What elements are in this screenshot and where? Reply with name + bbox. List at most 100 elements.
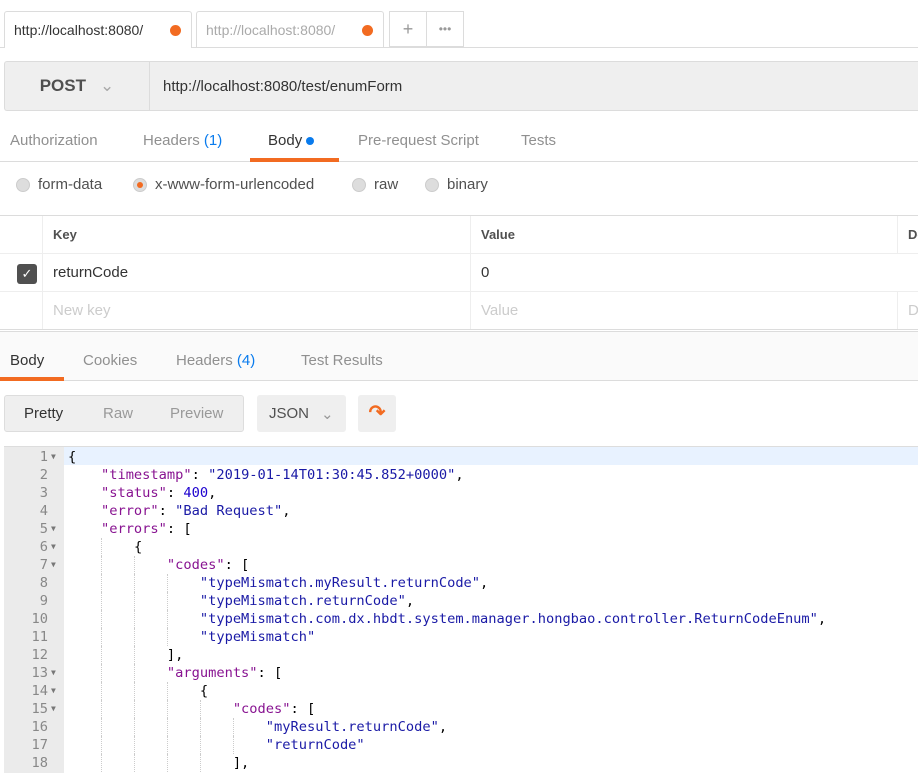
json-string: "returnCode" bbox=[265, 737, 365, 753]
url-input[interactable]: http://localhost:8080/test/enumForm bbox=[163, 62, 402, 110]
headers-count: (1) bbox=[203, 132, 223, 149]
radio-raw[interactable]: raw bbox=[352, 176, 398, 193]
response-tab-body[interactable]: Body bbox=[10, 352, 44, 369]
line-number: 17 bbox=[31, 737, 48, 753]
format-select[interactable]: JSON ⌄ bbox=[257, 395, 346, 432]
json-punctuation: ], bbox=[166, 647, 184, 663]
code-line: { bbox=[68, 448, 76, 466]
tab-label: Body bbox=[268, 132, 303, 149]
line-number: 7 bbox=[39, 557, 48, 573]
line-number: 5 bbox=[39, 521, 48, 537]
json-key: "timestamp" bbox=[100, 467, 192, 483]
json-string: "myResult.returnCode" bbox=[265, 719, 439, 735]
request-tabs: Authorization Headers (1) Body Pre-reque… bbox=[0, 122, 918, 162]
json-string: "2019-01-14T01:30:45.852+0000" bbox=[208, 467, 456, 483]
request-tab-2[interactable]: http://localhost:8080/ bbox=[196, 11, 384, 47]
line-number: 18 bbox=[31, 755, 48, 771]
radio-form-data[interactable]: form-data bbox=[16, 176, 102, 193]
response-tab-test-results[interactable]: Test Results bbox=[301, 352, 383, 369]
method-label: POST bbox=[39, 76, 87, 95]
line-number: 11 bbox=[31, 629, 48, 645]
fold-arrow-icon[interactable]: ▼ bbox=[51, 556, 56, 574]
line-number: 14 bbox=[31, 683, 48, 699]
json-punctuation: : [ bbox=[224, 557, 250, 573]
response-tab-cookies[interactable]: Cookies bbox=[83, 352, 137, 369]
code-line: "status": 400, bbox=[68, 484, 216, 502]
json-punctuation: : bbox=[166, 485, 184, 501]
new-row: New key Value D bbox=[0, 292, 918, 330]
fold-arrow-icon[interactable]: ▼ bbox=[51, 700, 56, 718]
view-preview[interactable]: Preview bbox=[170, 405, 223, 422]
method-select[interactable]: POST ⌄ bbox=[5, 62, 150, 110]
response-body-editor[interactable]: 1 ▼{2 "timestamp": "2019-01-14T01:30:45.8… bbox=[4, 446, 918, 773]
json-punctuation: , bbox=[455, 467, 464, 483]
radio-binary[interactable]: binary bbox=[425, 176, 488, 193]
response-tab-headers[interactable]: Headers (4) bbox=[176, 352, 255, 369]
value-input[interactable]: 0 bbox=[470, 254, 897, 291]
wrap-lines-icon[interactable]: ↷ bbox=[358, 395, 396, 432]
json-string: "typeMismatch.myResult.returnCode" bbox=[199, 575, 481, 591]
json-punctuation: , bbox=[817, 611, 827, 627]
fold-arrow-icon[interactable]: ▼ bbox=[51, 448, 56, 466]
fold-arrow-icon[interactable]: ▼ bbox=[51, 664, 56, 682]
radio-icon bbox=[425, 177, 439, 192]
line-number: 4 bbox=[39, 503, 48, 519]
tab-label: Headers bbox=[143, 132, 200, 149]
json-punctuation: , bbox=[282, 503, 291, 519]
radio-label: raw bbox=[374, 176, 399, 193]
new-tab-button[interactable]: + bbox=[389, 11, 427, 47]
json-number: 400 bbox=[183, 485, 209, 501]
fold-arrow-icon[interactable]: ▼ bbox=[51, 538, 56, 556]
code-line: "returnCode" bbox=[68, 736, 365, 754]
code-line: "typeMismatch" bbox=[68, 628, 315, 646]
tab-body[interactable]: Body bbox=[268, 132, 315, 149]
code-line: { bbox=[68, 538, 142, 556]
tab-headers[interactable]: Headers (1) bbox=[143, 132, 222, 149]
new-key-input[interactable]: New key bbox=[42, 292, 470, 329]
json-key: "codes" bbox=[232, 701, 291, 717]
radio-icon bbox=[352, 177, 366, 192]
code-line: "errors": [ bbox=[68, 520, 192, 538]
new-description-input[interactable]: D bbox=[897, 292, 918, 329]
fold-arrow-icon[interactable]: ▼ bbox=[51, 682, 56, 700]
row-enabled-checkbox[interactable]: ✓ bbox=[17, 264, 37, 284]
request-bar: POST ⌄ http://localhost:8080/test/enumFor… bbox=[4, 61, 918, 111]
line-number: 3 bbox=[39, 485, 48, 501]
line-number: 12 bbox=[31, 647, 48, 663]
json-key: "errors" bbox=[100, 521, 167, 537]
tab-authorization[interactable]: Authorization bbox=[10, 132, 98, 149]
unsaved-dot-icon bbox=[362, 25, 373, 36]
radio-icon bbox=[16, 177, 30, 192]
fold-arrow-icon[interactable]: ▼ bbox=[51, 520, 56, 538]
request-tab-1[interactable]: http://localhost:8080/ bbox=[4, 11, 192, 48]
line-number: 15 bbox=[31, 701, 48, 717]
radio-urlencoded[interactable]: x-www-form-urlencoded bbox=[133, 176, 314, 193]
radio-label: form-data bbox=[38, 176, 103, 193]
view-mode-toggle: Pretty Raw Preview bbox=[4, 395, 244, 432]
json-punctuation: : [ bbox=[257, 665, 283, 681]
json-punctuation: { bbox=[199, 683, 209, 699]
unsaved-dot-icon bbox=[170, 25, 181, 36]
view-raw[interactable]: Raw bbox=[103, 405, 133, 422]
body-dot-icon bbox=[306, 137, 315, 146]
json-punctuation: , bbox=[480, 575, 489, 591]
json-punctuation: : [ bbox=[166, 521, 192, 537]
view-pretty[interactable]: Pretty bbox=[24, 405, 63, 422]
code-line: "codes": [ bbox=[68, 700, 315, 718]
table-row: ✓ returnCode 0 bbox=[0, 254, 918, 292]
tab-pre-request-script[interactable]: Pre-request Script bbox=[358, 132, 479, 149]
new-value-input[interactable]: Value bbox=[470, 292, 897, 329]
line-number: 2 bbox=[39, 467, 48, 483]
chevron-down-icon: ⌄ bbox=[100, 76, 115, 95]
json-punctuation: , bbox=[438, 719, 448, 735]
radio-label: x-www-form-urlencoded bbox=[155, 176, 315, 193]
tab-tests[interactable]: Tests bbox=[521, 132, 556, 149]
code-line: "arguments": [ bbox=[68, 664, 282, 682]
format-label: JSON bbox=[269, 405, 310, 422]
more-tabs-button[interactable]: ••• bbox=[426, 11, 464, 47]
chevron-down-icon: ⌄ bbox=[321, 405, 334, 423]
key-input[interactable]: returnCode bbox=[42, 254, 470, 291]
json-punctuation: , bbox=[208, 485, 217, 501]
column-value: Value bbox=[470, 216, 515, 253]
column-key: Key bbox=[42, 216, 77, 253]
